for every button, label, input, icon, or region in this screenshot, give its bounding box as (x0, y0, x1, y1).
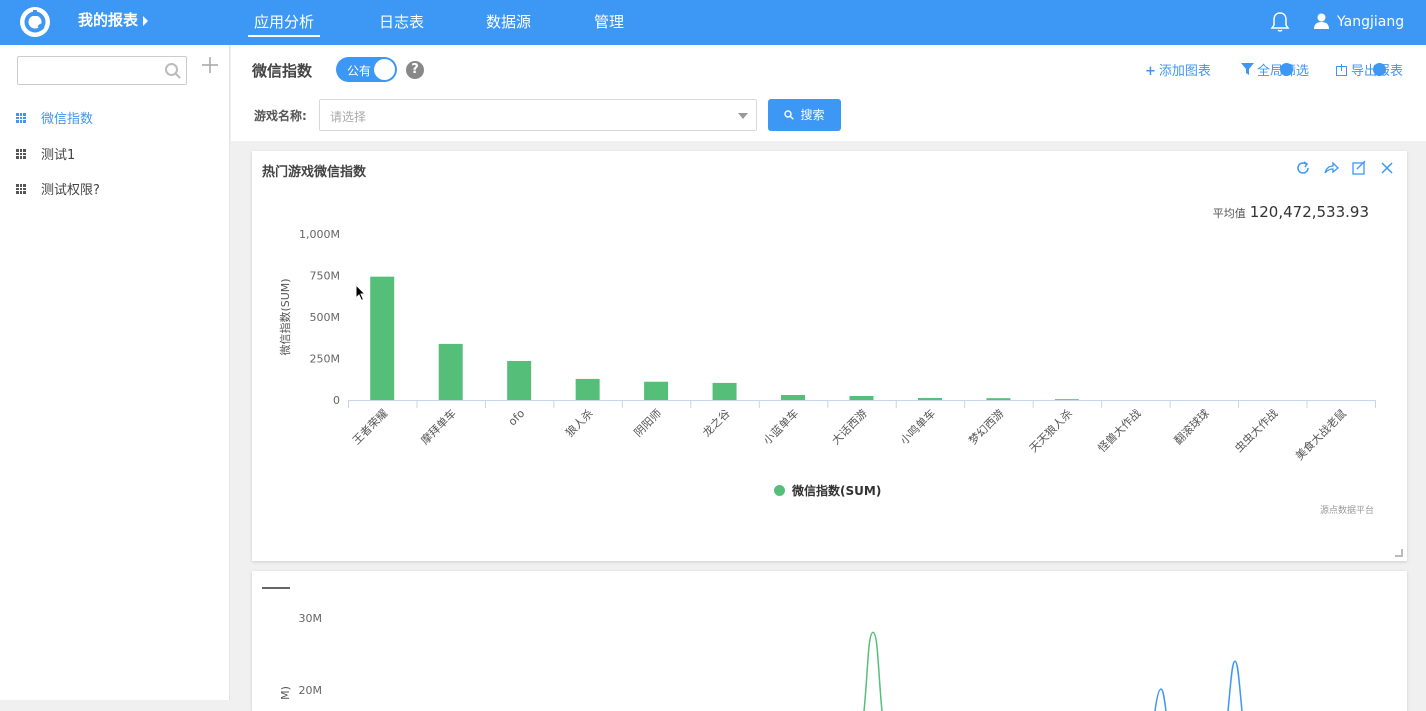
sidebar-item-label: 测试权限? (41, 183, 100, 198)
y-tick-label: 1,000M (299, 228, 340, 241)
user-menu[interactable]: Yangjiang (1314, 13, 1404, 30)
x-tick-label: 龙之谷 (699, 406, 732, 439)
search-icon (165, 63, 181, 79)
page-title: 微信指数 (252, 62, 313, 80)
app-logo-icon[interactable] (18, 5, 52, 39)
drag-handle-dot[interactable] (1280, 63, 1293, 76)
bar-chart: 0 250M 500M 750M 1,000M 微信指数(SUM) 王者荣耀 摩拜单车 ofo 狼… (278, 228, 1376, 463)
bar (370, 276, 395, 400)
add-chart-label: 添加图表 (1158, 64, 1211, 79)
caret-right-icon (143, 15, 149, 26)
x-tick-label: ofo (506, 407, 528, 429)
sidebar-item-wechat-index[interactable]: 微信指数 (16, 108, 93, 127)
y-axis-label: 微信指数(SUM) (278, 278, 292, 355)
x-tick-label: 小蓝单车 (760, 406, 801, 447)
x-tick-label: 美食大战老鼠 (1292, 406, 1349, 463)
x-tick-label: 天天狼人杀 (1026, 406, 1075, 455)
export-icon (1336, 64, 1347, 76)
x-tick-label: 翻滚球球 (1171, 406, 1212, 447)
game-name-select[interactable]: 请选择 (319, 99, 757, 131)
x-tick-label: 梦幻西游 (966, 407, 1006, 447)
plus-icon: + (1145, 64, 1156, 79)
bell-icon[interactable] (1270, 11, 1290, 33)
toggle-knob (374, 59, 395, 80)
grid-icon (16, 184, 26, 194)
x-tick-label: 怪兽大作战 (1095, 406, 1144, 455)
sidebar: 微信指数 测试1 测试权限? (0, 45, 230, 700)
grid-icon (16, 113, 26, 123)
resize-handle[interactable] (1395, 549, 1403, 557)
grid-icon (16, 149, 26, 159)
y-axis-label: M) (279, 686, 292, 700)
nav-data-source[interactable]: 数据源 (486, 11, 531, 32)
drag-handle-dot[interactable] (1373, 63, 1386, 76)
chart-card-line: 30M 20M M) (252, 571, 1407, 711)
bar (849, 396, 874, 400)
x-tick-label: 阴阳师 (632, 407, 665, 440)
main-content: 微信指数 公有 ? +添加图表 全局筛选 导出报表 游戏名称: 请选择 (231, 45, 1426, 711)
data-source-note: 源点数据平台 (1319, 506, 1374, 516)
y-tick-label: 0 (333, 394, 340, 407)
bar (438, 343, 463, 400)
chart-card-wechat-index: 热门游戏微信指数 平均值 120,472,533.93 0 250M 500M 750M… (252, 151, 1407, 561)
x-tick-label: 摩拜单车 (418, 406, 459, 447)
my-reports-menu[interactable]: 我的报表 (78, 9, 149, 30)
nav-manage[interactable]: 管理 (594, 11, 624, 32)
legend-label: 微信指数(SUM) (792, 484, 882, 498)
select-placeholder: 请选择 (330, 110, 367, 124)
report-header: 微信指数 公有 ? +添加图表 全局筛选 导出报表 游戏名称: 请选择 (231, 45, 1426, 141)
add-icon[interactable] (200, 55, 220, 75)
chart-legend[interactable]: 微信指数(SUM) (774, 482, 881, 499)
line-chart: 30M 20M M) (279, 612, 1243, 711)
chevron-down-icon (738, 113, 748, 119)
top-navbar: 我的报表 应用分析 日志表 数据源 管理 Yangjiang (0, 0, 1426, 45)
series-line-green (863, 631, 883, 711)
bar (644, 381, 669, 400)
export-report-button[interactable]: 导出报表 (1336, 60, 1403, 79)
add-chart-button[interactable]: + 添加图表 (1145, 60, 1211, 79)
my-reports-label: 我的报表 (78, 11, 139, 29)
y-tick-label: 500M (310, 311, 341, 324)
game-name-label: 游戏名称: (254, 109, 307, 123)
toggle-label: 公有 (347, 64, 372, 78)
series-line-blue (1227, 660, 1243, 711)
filter-icon (1241, 63, 1254, 75)
x-tick-label: 王者荣耀 (350, 407, 390, 447)
nav-log-table[interactable]: 日志表 (379, 11, 424, 32)
series-line-blue (1154, 688, 1167, 711)
y-tick-label: 250M (310, 353, 341, 366)
bar (1054, 399, 1079, 400)
search-button[interactable]: 搜索 (768, 99, 841, 131)
nav-app-analysis[interactable]: 应用分析 (247, 11, 321, 37)
search-button-label: 搜索 (800, 108, 825, 122)
sidebar-item-test1[interactable]: 测试1 (16, 144, 75, 163)
user-name: Yangjiang (1337, 14, 1405, 30)
bar (712, 382, 737, 400)
x-tick-label: 大话西游 (829, 406, 870, 447)
sidebar-item-label: 测试1 (41, 148, 76, 163)
bar (917, 398, 942, 400)
public-toggle[interactable]: 公有 (336, 57, 397, 82)
bar (986, 398, 1011, 400)
y-tick-label: 20M (299, 684, 323, 697)
sidebar-search-input[interactable] (17, 56, 187, 85)
sidebar-item-label: 微信指数 (41, 112, 94, 127)
bar (507, 360, 532, 400)
user-icon (1314, 13, 1329, 29)
x-tick-label: 小鸣单车 (897, 406, 938, 447)
y-tick-label: 30M (299, 612, 323, 625)
bar (575, 378, 600, 400)
search-icon (784, 110, 795, 120)
sidebar-item-test-permission[interactable]: 测试权限? (16, 179, 100, 198)
x-tick-label: 狼人杀 (563, 406, 596, 439)
mouse-cursor-icon (355, 284, 367, 302)
legend-swatch (774, 485, 785, 496)
global-filter-button[interactable]: 全局筛选 (1241, 60, 1309, 79)
help-icon[interactable]: ? (406, 61, 424, 79)
y-tick-label: 750M (310, 270, 341, 283)
x-tick-label: 虫虫大作战 (1232, 406, 1281, 455)
bar (781, 395, 806, 400)
